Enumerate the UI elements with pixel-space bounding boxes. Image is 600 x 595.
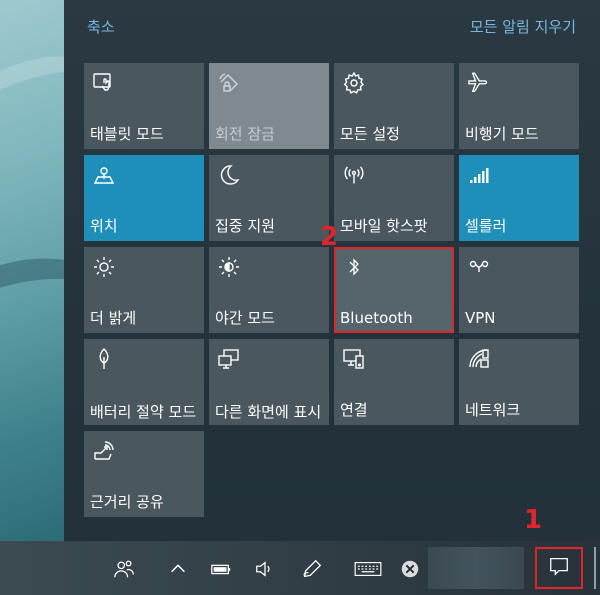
tile-label: 근거리 공유 <box>90 493 164 511</box>
tile-label: 위치 <box>90 217 118 235</box>
volume-icon[interactable] <box>251 555 279 583</box>
battery-icon[interactable] <box>207 555 235 583</box>
hotspot-icon <box>342 163 366 187</box>
tile-label: 연결 <box>340 401 368 419</box>
tile-mobile-hotspot[interactable]: 모바일 핫스팟 <box>334 155 454 241</box>
tile-label: 셀룰러 <box>465 217 507 235</box>
tablet-mode-icon <box>92 71 116 95</box>
tile-bluetooth[interactable]: Bluetooth <box>334 247 454 333</box>
notification-icon <box>548 555 570 581</box>
cellular-icon <box>467 163 491 187</box>
tile-rotation-lock[interactable]: 회전 잠금 <box>209 63 329 149</box>
tile-label: 다른 화면에 표시 <box>215 403 322 421</box>
tile-label: 야간 모드 <box>215 309 275 327</box>
battery-saver-icon <box>92 347 116 371</box>
people-icon[interactable] <box>110 555 138 583</box>
keyboard-icon[interactable] <box>352 555 384 583</box>
annotation-marker-1: 1 <box>524 505 543 535</box>
moon-icon <box>217 163 241 187</box>
tile-all-settings[interactable]: 모든 설정 <box>334 63 454 149</box>
location-icon <box>92 163 116 187</box>
clear-all-notifications-link[interactable]: 모든 알림 지우기 <box>470 16 576 37</box>
brightness-icon <box>92 255 116 279</box>
tile-label: 배터리 절약 모드 <box>90 403 197 421</box>
tile-vpn[interactable]: VPN <box>459 247 579 333</box>
collapse-link[interactable]: 축소 <box>87 16 115 37</box>
action-center-panel: 축소 모든 알림 지우기 태블릿 모드 회전 잠금 모든 설정 비행기 모드 위… <box>64 0 600 541</box>
tile-label: 집중 지원 <box>215 217 275 235</box>
gear-icon <box>342 71 366 95</box>
night-light-icon <box>217 255 241 279</box>
tile-cellular[interactable]: 셀룰러 <box>459 155 579 241</box>
tile-label: 비행기 모드 <box>465 125 539 143</box>
tile-airplane-mode[interactable]: 비행기 모드 <box>459 63 579 149</box>
connect-icon <box>342 347 366 371</box>
tile-project[interactable]: 다른 화면에 표시 <box>209 339 329 425</box>
desktop-wallpaper <box>0 0 64 541</box>
bluetooth-icon <box>342 255 366 279</box>
tile-tablet-mode[interactable]: 태블릿 모드 <box>84 63 204 149</box>
tray-clock-area[interactable] <box>428 547 524 589</box>
chevron-up-icon[interactable] <box>164 555 192 583</box>
tile-label: 태블릿 모드 <box>90 125 164 143</box>
tile-label: 회전 잠금 <box>215 125 275 143</box>
tile-night-light[interactable]: 야간 모드 <box>209 247 329 333</box>
project-icon <box>217 347 241 371</box>
tile-network[interactable]: 네트워크 <box>459 339 579 425</box>
airplane-icon <box>467 71 491 95</box>
tile-focus-assist[interactable]: 집중 지원 <box>209 155 329 241</box>
tile-nearby-sharing[interactable]: 근거리 공유 <box>84 431 204 517</box>
nearby-share-icon <box>92 439 116 463</box>
tile-location[interactable]: 위치 <box>84 155 204 241</box>
pen-icon[interactable] <box>298 555 326 583</box>
vpn-icon <box>467 255 491 279</box>
tile-connect[interactable]: 연결 <box>334 339 454 425</box>
tile-label: 더 밝게 <box>90 309 137 327</box>
tile-label: Bluetooth <box>340 309 413 327</box>
close-circle-icon[interactable] <box>396 555 424 583</box>
tile-brighter[interactable]: 더 밝게 <box>84 247 204 333</box>
notification-center-button[interactable] <box>535 547 583 589</box>
rotation-lock-icon <box>217 71 241 95</box>
tile-label: 모든 설정 <box>340 125 400 143</box>
network-icon <box>467 347 491 371</box>
tile-label: VPN <box>465 309 496 327</box>
action-center-header: 축소 모든 알림 지우기 <box>64 0 600 56</box>
tile-label: 모바일 핫스팟 <box>340 217 428 235</box>
annotation-marker-2: 2 <box>320 222 339 252</box>
show-desktop-edge[interactable] <box>594 547 596 589</box>
tile-battery-saver[interactable]: 배터리 절약 모드 <box>84 339 204 425</box>
tile-label: 네트워크 <box>465 401 521 419</box>
